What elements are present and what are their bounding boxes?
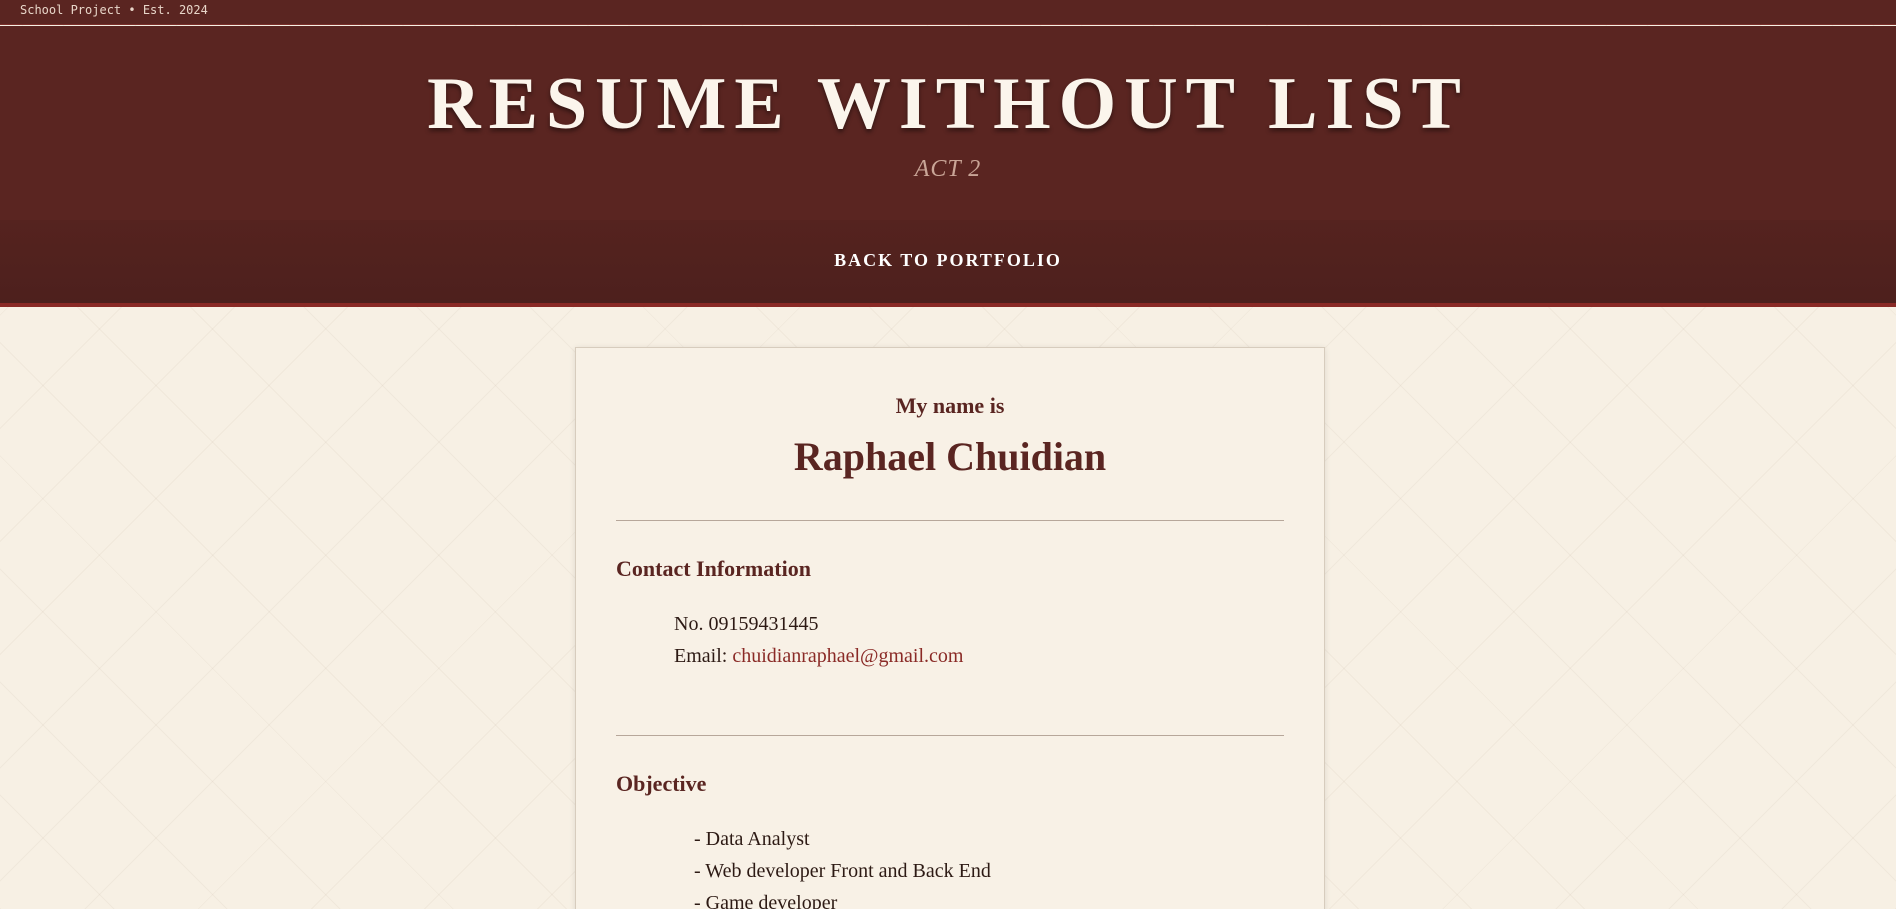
back-to-portfolio-link[interactable]: BACK TO PORTFOLIO bbox=[834, 250, 1062, 271]
objective-item: - Game developer bbox=[694, 892, 838, 909]
objective-item: - Web developer Front and Back End bbox=[694, 860, 991, 882]
page-header: RESUME WITHOUT LIST ACT 2 bbox=[0, 26, 1896, 220]
top-bar: School Project • Est. 2024 bbox=[0, 0, 1896, 25]
objective-heading: Objective bbox=[616, 771, 707, 796]
divider bbox=[616, 520, 1284, 521]
page-title: RESUME WITHOUT LIST bbox=[427, 63, 1469, 145]
site-tagline: School Project • Est. 2024 bbox=[20, 3, 208, 17]
email-link[interactable]: chuidianraphael@gmail.com bbox=[732, 645, 963, 667]
phone-number: No. 09159431445 bbox=[674, 613, 819, 635]
main-nav: BACK TO PORTFOLIO bbox=[0, 220, 1896, 307]
divider bbox=[616, 735, 1284, 736]
name-intro: My name is bbox=[895, 393, 1005, 418]
objective-item: - Data Analyst bbox=[694, 828, 810, 850]
person-name: Raphael Chuidian bbox=[793, 434, 1107, 479]
page-subtitle: ACT 2 bbox=[914, 156, 982, 182]
email-line: Email: chuidianraphael@gmail.com bbox=[674, 645, 963, 668]
resume-card: My name is Raphael Chuidian Contact Info… bbox=[575, 347, 1325, 909]
contact-heading: Contact Information bbox=[616, 556, 811, 581]
email-label: Email: bbox=[674, 645, 728, 667]
